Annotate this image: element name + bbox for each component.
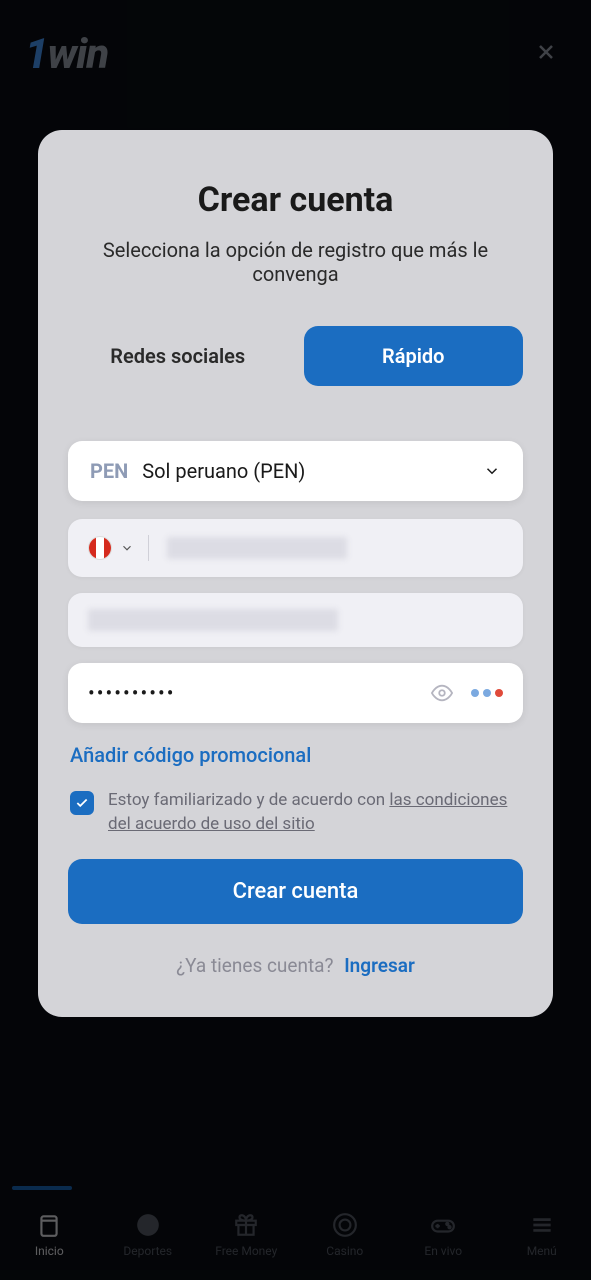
currency-code: PEN bbox=[90, 459, 128, 483]
terms-checkbox[interactable] bbox=[70, 791, 94, 815]
promo-code-link[interactable]: Añadir código promocional bbox=[68, 743, 523, 767]
modal-subtitle: Selecciona la opción de registro que más… bbox=[38, 238, 553, 286]
strength-dot bbox=[495, 689, 503, 697]
country-flag-peru bbox=[88, 536, 112, 560]
phone-input[interactable] bbox=[68, 519, 523, 577]
tab-social[interactable]: Redes sociales bbox=[68, 326, 288, 386]
divider bbox=[148, 535, 149, 561]
terms-text: Estoy familiarizado y de acuerdo con las… bbox=[108, 789, 523, 837]
password-strength bbox=[471, 689, 503, 697]
phone-value-redacted bbox=[167, 537, 347, 559]
strength-dot bbox=[483, 689, 491, 697]
email-value-redacted bbox=[88, 609, 338, 631]
strength-dot bbox=[471, 689, 479, 697]
tab-quick[interactable]: Rápido bbox=[304, 326, 524, 386]
registration-tabs: Redes sociales Rápido bbox=[38, 326, 553, 386]
terms-prefix: Estoy familiarizado y de acuerdo con bbox=[108, 790, 389, 810]
email-input[interactable] bbox=[68, 593, 523, 647]
signup-modal: Crear cuenta Selecciona la opción de reg… bbox=[38, 130, 553, 1017]
login-prompt: ¿Ya tienes cuenta? bbox=[176, 954, 333, 977]
login-link[interactable]: Ingresar bbox=[344, 954, 415, 977]
eye-icon[interactable] bbox=[431, 682, 453, 704]
chevron-down-icon bbox=[483, 462, 501, 480]
modal-title: Crear cuenta bbox=[38, 180, 553, 220]
chevron-down-icon bbox=[120, 541, 134, 555]
password-input[interactable]: •••••••••• bbox=[68, 663, 523, 723]
create-account-button[interactable]: Crear cuenta bbox=[68, 859, 523, 924]
password-mask: •••••••••• bbox=[88, 681, 431, 705]
terms-row: Estoy familiarizado y de acuerdo con las… bbox=[68, 789, 523, 837]
currency-select[interactable]: PEN Sol peruano (PEN) bbox=[68, 441, 523, 501]
login-row: ¿Ya tienes cuenta? Ingresar bbox=[68, 954, 523, 977]
form-section: PEN Sol peruano (PEN) •••••••••• bbox=[38, 441, 553, 977]
currency-name: Sol peruano (PEN) bbox=[142, 459, 483, 483]
check-icon bbox=[75, 796, 89, 810]
